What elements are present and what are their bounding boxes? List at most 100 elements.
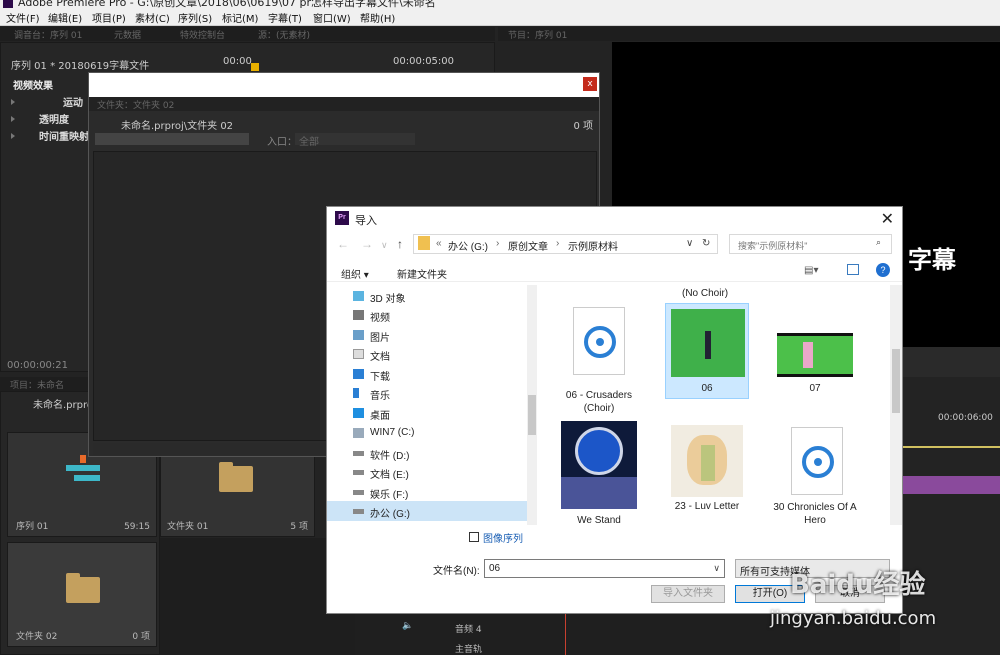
tree-documents[interactable]: 文档: [353, 348, 390, 363]
entry-label: 入口：: [267, 137, 297, 148]
desktop-icon: [353, 408, 364, 418]
filename-value[interactable]: 06: [489, 563, 500, 574]
folder-icon: [418, 236, 430, 250]
work-area-bar: [900, 446, 1000, 448]
address-dropdown-icon[interactable]: ∨: [686, 238, 693, 249]
speaker-icon[interactable]: 🔈: [402, 621, 413, 631]
timeline-timecode: 00:00:06:00: [938, 413, 993, 423]
view-options-icon[interactable]: ▤▾: [804, 265, 818, 276]
breadcrumb-drive[interactable]: 办公 (G:): [448, 238, 488, 253]
file-no-choir-caption[interactable]: (No Choir): [682, 288, 728, 299]
tab-effect-controls[interactable]: 特效控制台: [180, 28, 225, 41]
fx-time-remapping[interactable]: 时间重映射: [39, 128, 89, 143]
tab-audio-mixer[interactable]: 调音台：序列 01: [14, 28, 82, 41]
audio-file-icon: [573, 307, 625, 375]
menu-sequence[interactable]: 序列(S): [178, 10, 212, 25]
expand-time-remap-icon[interactable]: [11, 133, 15, 139]
import-folder-button[interactable]: 导入文件夹: [651, 585, 725, 603]
image-sequence-label: 图像序列: [483, 534, 523, 545]
file-30-chronicles[interactable]: 30 Chronicles Of A Hero: [773, 427, 857, 525]
menu-clip[interactable]: 素材(C): [135, 10, 170, 25]
tree-drive-e[interactable]: 文档 (E:): [353, 466, 409, 481]
new-folder-button[interactable]: 新建文件夹: [397, 266, 447, 281]
tree-drive-c[interactable]: WIN7 (C:): [353, 427, 414, 438]
project-item-folder-02[interactable]: 文件夹 02 0 项: [7, 542, 157, 647]
search-input[interactable]: 搜索"示例原材料": [738, 239, 807, 252]
breadcrumb-folder[interactable]: 原创文章: [508, 238, 548, 253]
expand-motion-icon[interactable]: [11, 99, 15, 105]
tab-project[interactable]: 项目：未命名: [10, 378, 64, 391]
folder-02-name: 文件夹 02: [16, 632, 58, 642]
tree-drive-d[interactable]: 软件 (D:): [353, 447, 409, 462]
track-master: 主音轨: [455, 645, 483, 655]
file-we-stand[interactable]: We Stand: [557, 421, 641, 525]
tree-music[interactable]: 音乐: [353, 387, 390, 402]
tree-videos[interactable]: 视频: [353, 309, 390, 324]
fx-motion[interactable]: 运动: [63, 94, 83, 109]
dialog-close-icon[interactable]: ✕: [881, 209, 894, 229]
menu-file[interactable]: 文件(F): [6, 10, 40, 25]
address-bar[interactable]: « 办公 (G:) › 原创文章 › 示例原材料 ∨ ↻: [413, 234, 718, 254]
organize-button[interactable]: 组织 ▾: [341, 266, 369, 281]
playhead-marker[interactable]: [251, 63, 259, 71]
tree-scrollbar[interactable]: [527, 285, 537, 525]
dialog-title: 导入: [355, 215, 377, 227]
history-dropdown-icon[interactable]: ∨: [381, 240, 388, 251]
tree-3d-objects[interactable]: 3D 对象: [353, 290, 406, 305]
tab-metadata[interactable]: 元数据: [114, 28, 141, 41]
tree-drive-g[interactable]: 办公 (G:): [353, 505, 410, 520]
tree-downloads[interactable]: 下载: [353, 368, 390, 383]
picture-icon: [353, 330, 364, 340]
app-title: Adobe Premiere Pro - G:\原创文章\2018\06\061…: [18, 0, 436, 8]
help-icon[interactable]: ?: [876, 263, 890, 277]
video-thumbnail: [671, 309, 745, 377]
preview-pane-icon[interactable]: [847, 264, 859, 275]
back-arrow-icon[interactable]: ←: [337, 237, 349, 251]
menu-window[interactable]: 窗口(W): [313, 10, 351, 25]
forward-arrow-icon[interactable]: →: [361, 237, 373, 251]
breadcrumb-current[interactable]: 示例原材料: [568, 238, 618, 253]
tree-drive-f[interactable]: 娱乐 (F:): [353, 486, 408, 501]
close-icon[interactable]: x: [583, 77, 597, 91]
folder-search-input[interactable]: [95, 133, 249, 145]
files-scrollbar[interactable]: [890, 285, 902, 525]
sequence-name: 序列 01: [16, 522, 49, 532]
image-sequence-checkbox[interactable]: [469, 532, 479, 542]
project-file-label: 未命名.prproj: [33, 400, 96, 411]
video-clip[interactable]: [900, 476, 1000, 494]
album-art-thumbnail: [671, 425, 743, 497]
file-06-crusaders[interactable]: 06 - Crusaders (Choir): [557, 307, 641, 417]
track-audio-4: 音频 4: [455, 625, 482, 635]
file-23-luv-letter[interactable]: 23 - Luv Letter: [665, 425, 749, 515]
refresh-icon[interactable]: ↻: [702, 238, 710, 249]
menu-help[interactable]: 帮助(H): [360, 10, 395, 25]
up-arrow-icon[interactable]: ↑: [397, 237, 403, 251]
filename-field[interactable]: 06 ∨: [484, 559, 725, 578]
video-icon: [353, 310, 364, 320]
search-icon: ⌕: [876, 237, 882, 247]
menu-marker[interactable]: 标记(M): [222, 10, 258, 25]
filename-dropdown-icon[interactable]: ∨: [713, 563, 720, 574]
tab-folder-02[interactable]: 文件夹：文件夹 02: [97, 98, 174, 111]
menu-project[interactable]: 项目(P): [92, 10, 126, 25]
drive-icon: [353, 470, 364, 475]
program-controls: [900, 347, 1000, 377]
entry-select[interactable]: 全部: [295, 133, 415, 148]
timeline-playhead[interactable]: [565, 614, 566, 655]
menu-title[interactable]: 字幕(T): [268, 10, 302, 25]
caption-text: 字幕: [908, 246, 956, 274]
sequence-clip-label: 序列 01 * 20180619字幕文件: [11, 61, 150, 72]
tree-pictures[interactable]: 图片: [353, 329, 390, 344]
tree-desktop[interactable]: 桌面: [353, 407, 390, 422]
expand-opacity-icon[interactable]: [11, 116, 15, 122]
sequence-duration: 59:15: [124, 522, 150, 532]
fx-opacity[interactable]: 透明度: [39, 111, 69, 126]
file-06[interactable]: 06: [665, 303, 749, 399]
menu-edit[interactable]: 编辑(E): [48, 10, 82, 25]
breadcrumb-overflow-icon[interactable]: «: [436, 238, 442, 249]
tab-program[interactable]: 节目：序列 01: [508, 28, 567, 41]
tab-source[interactable]: 源：(无素材): [258, 28, 310, 41]
search-box[interactable]: 搜索"示例原材料" ⌕: [729, 234, 892, 254]
file-07[interactable]: 07: [773, 307, 857, 397]
video-effects-heading: 视频效果: [13, 81, 53, 92]
